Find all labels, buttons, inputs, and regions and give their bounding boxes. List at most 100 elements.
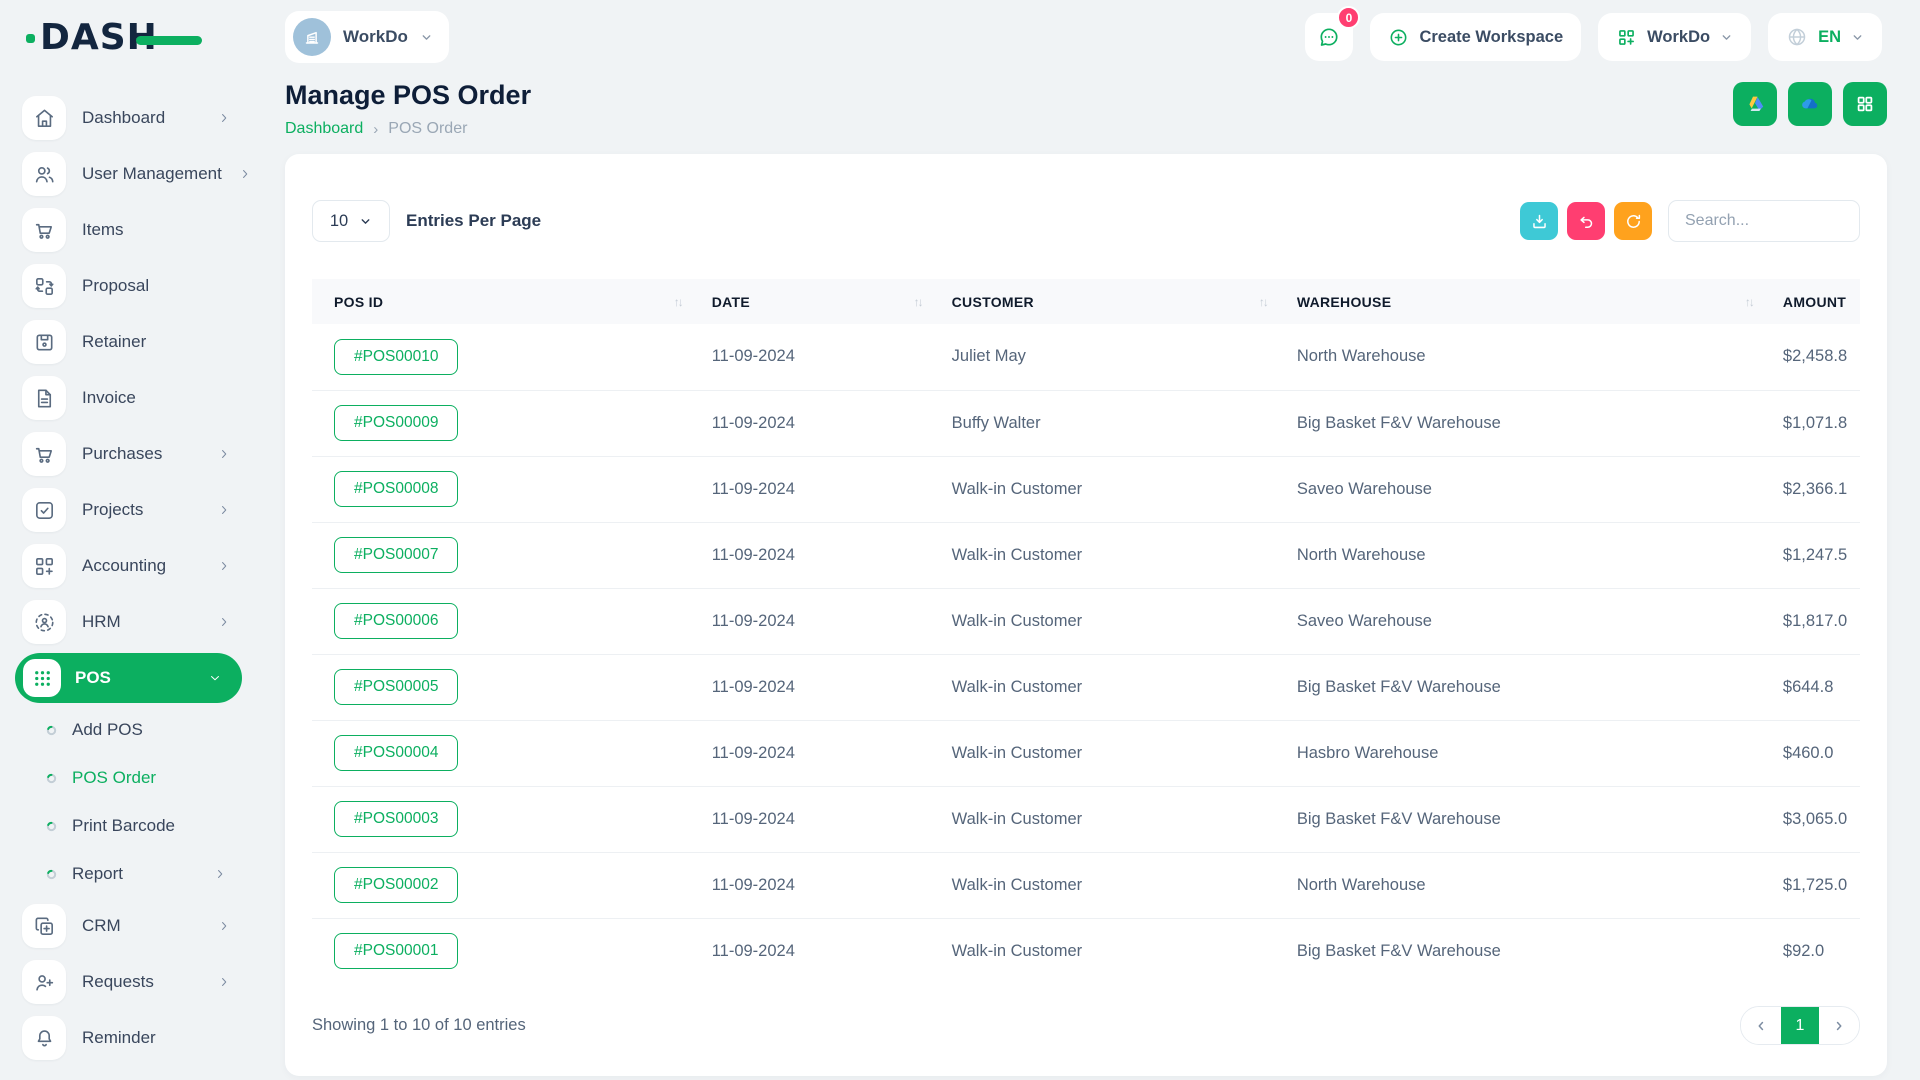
- date-cell: 11-09-2024: [690, 786, 930, 852]
- column-header-warehouse[interactable]: WAREHOUSE↑↓: [1275, 279, 1761, 324]
- workspace-avatar: [293, 18, 331, 56]
- chevron-down-icon: [208, 671, 222, 685]
- workspace-menu-label: WorkDo: [1647, 28, 1710, 47]
- sidebar-item-add-pos[interactable]: Add POS: [0, 706, 257, 754]
- sidebar-item-pos-order[interactable]: POS Order: [0, 754, 257, 802]
- sidebar-item-print-barcode[interactable]: Print Barcode: [0, 802, 257, 850]
- google-drive-button[interactable]: [1733, 82, 1777, 126]
- chevron-down-icon: [420, 31, 433, 44]
- column-header-date[interactable]: DATE↑↓: [690, 279, 930, 324]
- cart-icon: [22, 208, 66, 252]
- amount-cell: $3,065.0: [1761, 786, 1860, 852]
- sidebar-item-report[interactable]: Report: [0, 850, 257, 898]
- chevron-right-icon: [238, 167, 252, 181]
- sidebar-item-purchases[interactable]: Purchases: [0, 426, 257, 482]
- column-header-pos-id[interactable]: POS ID↑↓: [312, 279, 690, 324]
- chevron-right-icon: [217, 919, 231, 933]
- pos-id-badge[interactable]: #POS00002: [334, 867, 458, 903]
- warehouse-cell: North Warehouse: [1275, 852, 1761, 918]
- pos-id-badge[interactable]: #POS00005: [334, 669, 458, 705]
- sidebar-item-retainer[interactable]: Retainer: [0, 314, 257, 370]
- grid-plus-icon: [22, 544, 66, 588]
- create-workspace-button[interactable]: Create Workspace: [1370, 13, 1581, 61]
- workspace-selector[interactable]: WorkDo: [285, 11, 449, 63]
- onedrive-button[interactable]: [1788, 82, 1832, 126]
- export-download-button[interactable]: [1520, 202, 1558, 240]
- search-input[interactable]: [1668, 200, 1860, 242]
- date-cell: 11-09-2024: [690, 720, 930, 786]
- chevron-down-icon: [359, 215, 372, 228]
- warehouse-cell: North Warehouse: [1275, 522, 1761, 588]
- previous-page-button[interactable]: [1741, 1007, 1781, 1044]
- next-page-button[interactable]: [1819, 1007, 1859, 1044]
- refresh-button[interactable]: [1614, 202, 1652, 240]
- pos-id-badge[interactable]: #POS00007: [334, 537, 458, 573]
- pos-id-badge[interactable]: #POS00004: [334, 735, 458, 771]
- pos-id-badge[interactable]: #POS00006: [334, 603, 458, 639]
- sidebar-item-proposal[interactable]: Proposal: [0, 258, 257, 314]
- sidebar-item-reminder[interactable]: Reminder: [0, 1010, 257, 1066]
- chevron-right-icon: [217, 503, 231, 517]
- messages-button[interactable]: 0: [1305, 13, 1353, 61]
- pos-order-card: 10 Entries Per Page: [285, 154, 1887, 1076]
- sort-icon[interactable]: ↑↓: [1259, 295, 1267, 309]
- date-cell: 11-09-2024: [690, 588, 930, 654]
- date-cell: 11-09-2024: [690, 918, 930, 984]
- reset-filter-button[interactable]: [1567, 202, 1605, 240]
- showing-entries-text: Showing 1 to 10 of 10 entries: [312, 1016, 526, 1035]
- date-cell: 11-09-2024: [690, 522, 930, 588]
- grid-view-button[interactable]: [1843, 82, 1887, 126]
- chevron-right-icon: [217, 975, 231, 989]
- bullet-icon: [46, 725, 57, 736]
- customer-cell: Walk-in Customer: [930, 720, 1275, 786]
- sort-icon[interactable]: ↑↓: [1745, 295, 1753, 309]
- sidebar-item-hrm[interactable]: HRM: [0, 594, 257, 650]
- pos-id-badge[interactable]: #POS00003: [334, 801, 458, 837]
- app-root: DASH Dashboard User Management Items Pro…: [0, 0, 1920, 1080]
- sidebar-item-projects[interactable]: Projects: [0, 482, 257, 538]
- language-selector[interactable]: EN: [1768, 13, 1882, 61]
- pos-id-badge[interactable]: #POS00001: [334, 933, 458, 969]
- sort-icon[interactable]: ↑↓: [914, 295, 922, 309]
- entries-per-page-select[interactable]: 10: [312, 200, 390, 242]
- sidebar-item-items[interactable]: Items: [0, 202, 257, 258]
- breadcrumb-dashboard-link[interactable]: Dashboard: [285, 120, 363, 138]
- sort-icon[interactable]: ↑↓: [674, 295, 682, 309]
- sidebar-item-invoice[interactable]: Invoice: [0, 370, 257, 426]
- customer-cell: Walk-in Customer: [930, 786, 1275, 852]
- customer-cell: Walk-in Customer: [930, 918, 1275, 984]
- chevron-right-icon: [1832, 1019, 1846, 1033]
- grid-dots-icon: [23, 659, 61, 697]
- table-row: #POS00010 11-09-2024 Juliet May North Wa…: [312, 324, 1860, 390]
- workspace-menu[interactable]: WorkDo: [1598, 13, 1751, 61]
- entries-value: 10: [330, 212, 348, 231]
- google-drive-icon: [1744, 93, 1766, 115]
- amount-cell: $1,817.0: [1761, 588, 1860, 654]
- customer-cell: Walk-in Customer: [930, 852, 1275, 918]
- language-code: EN: [1818, 28, 1841, 47]
- pos-id-badge[interactable]: #POS00008: [334, 471, 458, 507]
- table-row: #POS00008 11-09-2024 Walk-in Customer Sa…: [312, 456, 1860, 522]
- pos-order-table: POS ID↑↓DATE↑↓CUSTOMER↑↓WAREHOUSE↑↓AMOUN…: [312, 279, 1860, 984]
- customer-cell: Walk-in Customer: [930, 588, 1275, 654]
- table-row: #POS00009 11-09-2024 Buffy Walter Big Ba…: [312, 390, 1860, 456]
- logo-row: DASH: [0, 0, 257, 74]
- sidebar-item-pos[interactable]: POS: [15, 653, 242, 703]
- plus-circle-icon: [1388, 27, 1409, 48]
- sidebar-item-crm[interactable]: CRM: [0, 898, 257, 954]
- brand-logo[interactable]: DASH: [40, 17, 158, 58]
- page-number-current[interactable]: 1: [1781, 1007, 1819, 1044]
- sidebar-item-user-management[interactable]: User Management: [0, 146, 257, 202]
- sidebar: DASH Dashboard User Management Items Pro…: [0, 0, 257, 1080]
- customer-cell: Juliet May: [930, 324, 1275, 390]
- sidebar-item-dashboard[interactable]: Dashboard: [0, 90, 257, 146]
- pos-id-badge[interactable]: #POS00010: [334, 339, 458, 375]
- sidebar-item-accounting[interactable]: Accounting: [0, 538, 257, 594]
- sidebar-item-requests[interactable]: Requests: [0, 954, 257, 1010]
- sidebar-nav: Dashboard User Management Items Proposal…: [0, 74, 257, 1066]
- pos-id-badge[interactable]: #POS00009: [334, 405, 458, 441]
- column-header-amount[interactable]: AMOUNT: [1761, 279, 1860, 324]
- column-header-customer[interactable]: CUSTOMER↑↓: [930, 279, 1275, 324]
- table-wrap: POS ID↑↓DATE↑↓CUSTOMER↑↓WAREHOUSE↑↓AMOUN…: [312, 279, 1860, 984]
- table-row: #POS00007 11-09-2024 Walk-in Customer No…: [312, 522, 1860, 588]
